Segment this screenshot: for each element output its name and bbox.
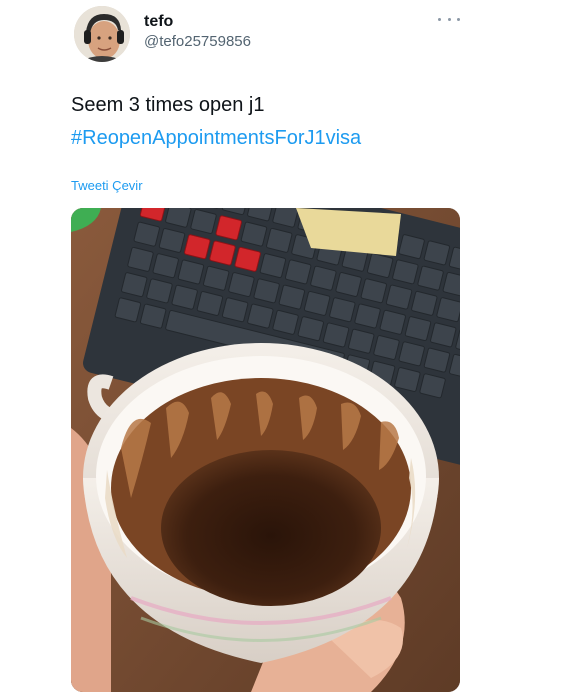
tweet-text: Seem 3 times open j1 (71, 94, 265, 116)
display-name[interactable]: tefo (144, 12, 251, 32)
user-handle[interactable]: @tefo25759856 (144, 32, 251, 52)
avatar[interactable] (74, 6, 130, 62)
avatar-image (74, 6, 130, 62)
tweet-header: tefo @tefo25759856 (74, 6, 251, 62)
tweet-media-photo[interactable] (71, 208, 460, 692)
user-names: tefo @tefo25759856 (144, 12, 251, 52)
coffee-cup-photo (71, 208, 460, 692)
tweet-card: tefo @tefo25759856 Seem 3 times open j1 … (0, 0, 567, 697)
hashtag-link[interactable]: #ReopenAppointmentsForJ1visa (71, 125, 361, 152)
ellipsis-icon[interactable] (438, 12, 460, 26)
translate-tweet-link[interactable]: Tweeti Çevir (71, 178, 143, 193)
